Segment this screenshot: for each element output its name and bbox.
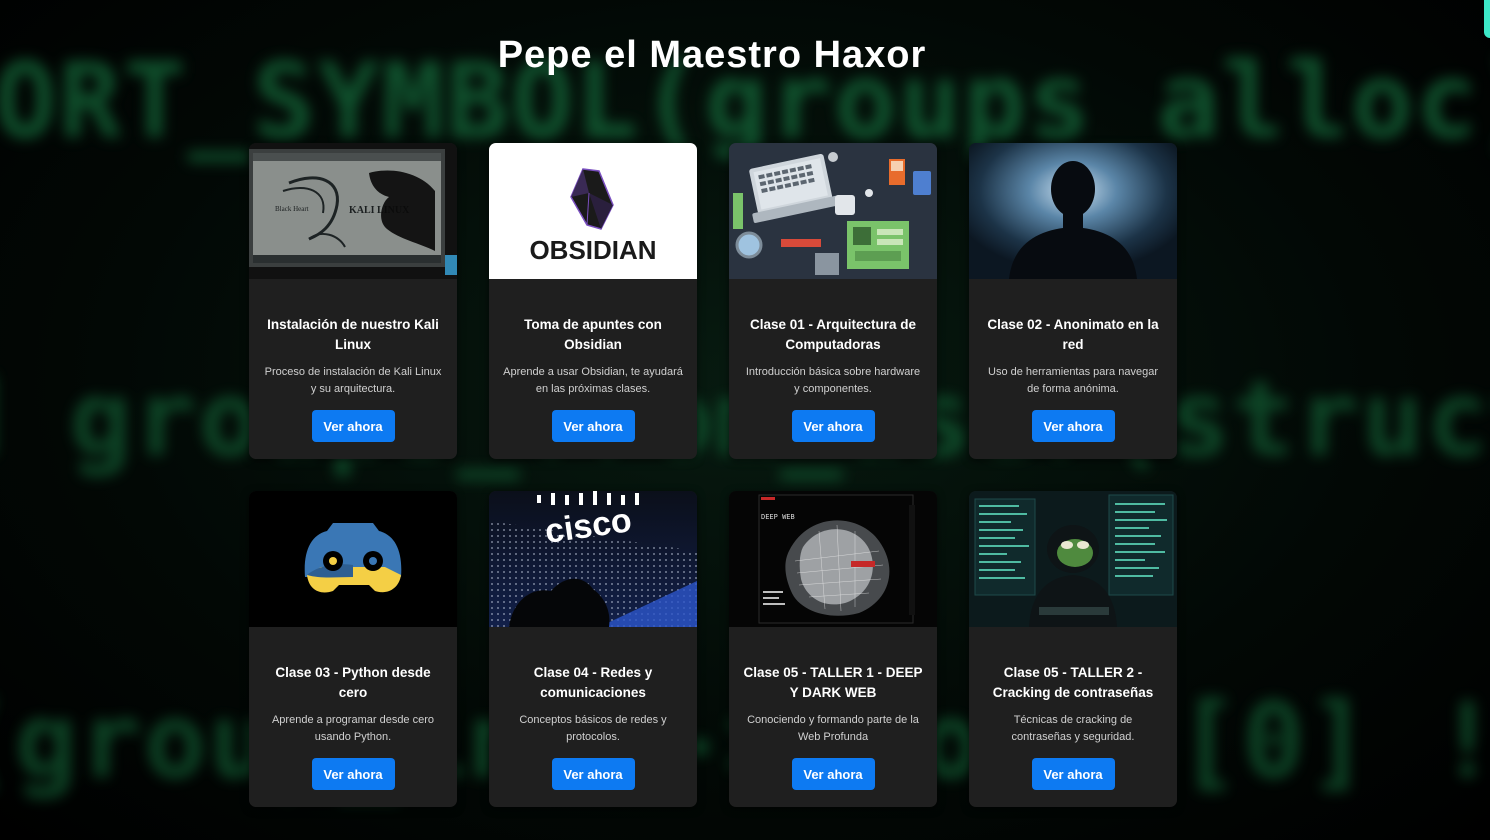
card-description: Técnicas de cracking de contraseñas y se… (1011, 714, 1135, 743)
card-description: Aprende a usar Obsidian, te ayudará en l… (503, 366, 683, 395)
silhouette-icon (969, 143, 1177, 279)
card-description: Aprende a programar desde cero usando Py… (271, 714, 435, 743)
hardware-icon (729, 143, 937, 279)
hacker-frog-icon (969, 491, 1177, 627)
card-description: Proceso de instalación de Kali Linux y s… (264, 366, 442, 395)
watch-now-button[interactable]: Ver ahora (311, 758, 395, 790)
page: ORT_SYMBOL(groups_alloc); d groups_from_… (0, 0, 1490, 840)
course-card-obsidian: OBSIDIAN Toma de apuntes con Obsidian Ap… (489, 143, 697, 459)
watch-now-button[interactable]: Ver ahora (311, 410, 395, 442)
deep-web-icon: DEEP WEB (729, 491, 937, 627)
course-card-hardware: Clase 01 - Arquitectura de Computadoras … (729, 143, 937, 459)
watch-now-button[interactable]: Ver ahora (1031, 410, 1115, 442)
course-card-anonymity: Clase 02 - Anonimato en la red Uso de he… (969, 143, 1177, 459)
card-description: Uso de herramientas para navegar de form… (988, 366, 1158, 395)
obsidian-brand-text: OBSIDIAN (529, 235, 656, 265)
page-title: Pepe el Maestro Haxor (497, 34, 927, 76)
python-icon (249, 491, 457, 627)
course-card-python: Clase 03 - Python desde cero Aprende a p… (249, 491, 457, 807)
kali-icon: KALI LINUX Black Heart (249, 143, 457, 279)
card-title: Clase 02 - Anonimato en la red (987, 317, 1159, 352)
watch-now-button[interactable]: Ver ahora (791, 758, 875, 790)
obsidian-icon: OBSIDIAN (489, 143, 697, 279)
card-description: Conceptos básicos de redes y protocolos. (519, 714, 667, 743)
card-description: Introducción básica sobre hardware y com… (745, 366, 921, 395)
card-title: Instalación de nuestro Kali Linux (267, 317, 439, 352)
corner-toggle-tab[interactable] (1484, 0, 1490, 38)
card-title: Clase 03 - Python desde cero (275, 665, 431, 700)
watch-now-button[interactable]: Ver ahora (1031, 758, 1115, 790)
cisco-icon: cisco (489, 491, 697, 627)
card-title: Clase 05 - TALLER 2 - Cracking de contra… (992, 665, 1154, 700)
watch-now-button[interactable]: Ver ahora (551, 758, 635, 790)
card-title: Toma de apuntes con Obsidian (524, 317, 662, 352)
card-description: Conociendo y formando parte de la Web Pr… (747, 714, 919, 743)
card-title: Clase 05 - TALLER 1 - DEEP Y DARK WEB (743, 665, 923, 700)
course-grid: KALI LINUX Black Heart Instalación de nu… (249, 143, 1177, 807)
deep-web-caption: DEEP WEB (761, 513, 795, 521)
card-title: Clase 01 - Arquitectura de Computadoras (749, 317, 917, 352)
watch-now-button[interactable]: Ver ahora (791, 410, 875, 442)
course-card-networks: cisco Clase 04 - Redes y comunicaciones … (489, 491, 697, 807)
course-card-kali: KALI LINUX Black Heart Instalación de nu… (249, 143, 457, 459)
watch-now-button[interactable]: Ver ahora (551, 410, 635, 442)
course-card-password-cracking: Clase 05 - TALLER 2 - Cracking de contra… (969, 491, 1177, 807)
card-title: Clase 04 - Redes y comunicaciones (533, 665, 653, 700)
course-card-deep-web: DEEP WEB Clase 05 - TALLER 1 - DEEP Y DA… (729, 491, 937, 807)
kali-caption-text: Black Heart (275, 205, 309, 213)
